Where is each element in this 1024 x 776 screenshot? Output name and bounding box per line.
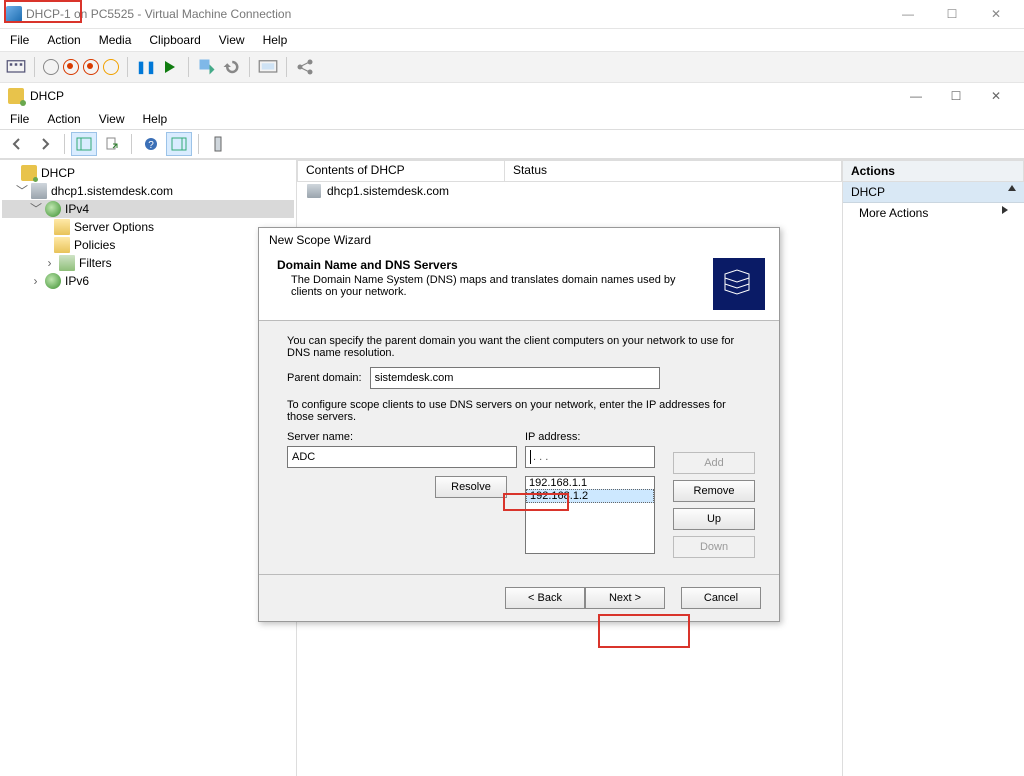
actions-pane-button[interactable] [166, 132, 192, 156]
help-button[interactable]: ? [138, 132, 164, 156]
nav-forward-button[interactable] [32, 132, 58, 156]
list-row[interactable]: dhcp1.sistemdesk.com [297, 182, 842, 200]
remove-button[interactable]: Remove [673, 480, 755, 502]
mmc-menubar: File Action View Help [0, 109, 1024, 129]
mmc-menu-action[interactable]: Action [47, 112, 80, 126]
svg-text:?: ? [148, 140, 154, 151]
mmc-title: DHCP [30, 89, 64, 103]
reset-icon[interactable] [160, 57, 180, 77]
next-button[interactable]: Next > [585, 587, 665, 609]
down-button[interactable]: Down [673, 536, 755, 558]
tree-server-options[interactable]: Server Options [74, 220, 154, 234]
export-button[interactable] [99, 132, 125, 156]
actions-pane: Actions DHCP More Actions [843, 160, 1024, 776]
col-contents[interactable]: Contents of DHCP [297, 160, 505, 182]
wizard-title: New Scope Wizard [259, 228, 779, 252]
wizard-p2: To configure scope clients to use DNS se… [287, 399, 755, 423]
new-scope-wizard: New Scope Wizard Domain Name and DNS Ser… [258, 227, 780, 622]
shutdown-icon[interactable] [83, 59, 99, 75]
vm-titlebar: DHCP-1 on PC5525 - Virtual Machine Conne… [0, 0, 1024, 29]
enhanced-session-icon[interactable] [258, 57, 278, 77]
vm-maximize-button[interactable]: ☐ [930, 0, 974, 28]
revert-icon[interactable] [221, 57, 241, 77]
wizard-heading: Domain Name and DNS Servers [277, 258, 458, 272]
actions-section[interactable]: DHCP [843, 182, 1024, 203]
save-icon[interactable] [103, 59, 119, 75]
mmc-menu-help[interactable]: Help [143, 112, 168, 126]
highlight-vm-title [4, 0, 82, 23]
parent-domain-label: Parent domain: [287, 372, 362, 384]
mmc-close-button[interactable]: ✕ [976, 83, 1016, 109]
actions-more[interactable]: More Actions [843, 203, 1024, 223]
vm-menu-media[interactable]: Media [99, 33, 132, 47]
vm-menu-view[interactable]: View [219, 33, 245, 47]
back-button[interactable]: < Back [505, 587, 585, 609]
start-icon[interactable] [43, 59, 59, 75]
mmc-menu-file[interactable]: File [10, 112, 29, 126]
tree-policies[interactable]: Policies [74, 238, 115, 252]
highlight-dns-entry [503, 493, 569, 511]
mmc-maximize-button[interactable]: ☐ [936, 83, 976, 109]
scope-tree[interactable]: DHCP ﹀dhcp1.sistemdesk.com ﹀IPv4 Server … [0, 160, 297, 776]
wizard-p1: You can specify the parent domain you wa… [287, 335, 755, 359]
dns-servers-list[interactable]: 192.168.1.1 192.168.1.2 [525, 476, 655, 554]
vm-close-button[interactable]: ✕ [974, 0, 1018, 28]
actions-header: Actions [843, 160, 1024, 182]
mmc-toolbar: ? [0, 129, 1024, 159]
resolve-button[interactable]: Resolve [435, 476, 507, 498]
ip-address-input[interactable]: . . . [525, 446, 655, 468]
vm-menu-clipboard[interactable]: Clipboard [149, 33, 200, 47]
dhcp-app-icon [8, 88, 24, 104]
chevron-right-icon [1002, 206, 1008, 214]
cancel-button[interactable]: Cancel [681, 587, 761, 609]
nav-back-button[interactable] [4, 132, 30, 156]
turnoff-icon[interactable] [63, 59, 79, 75]
tree-ipv4[interactable]: IPv4 [65, 202, 89, 216]
pause-icon[interactable]: ❚❚ [136, 57, 156, 77]
add-button[interactable]: Add [673, 452, 755, 474]
vm-menu-action[interactable]: Action [47, 33, 80, 47]
collapse-icon [1008, 185, 1016, 191]
server-name-input[interactable] [287, 446, 517, 468]
checkpoint-icon[interactable] [197, 57, 217, 77]
ctrl-alt-del-icon[interactable] [6, 57, 26, 77]
vm-toolbar: ❚❚ [0, 51, 1024, 83]
server-name-label: Server name: [287, 431, 507, 443]
mmc-minimize-button[interactable]: — [896, 83, 936, 109]
tree-filters[interactable]: Filters [79, 256, 112, 270]
vm-menubar: File Action Media Clipboard View Help [0, 29, 1024, 51]
tree-root[interactable]: DHCP [41, 166, 75, 180]
wizard-subheading: The Domain Name System (DNS) maps and tr… [277, 274, 703, 298]
mmc-menu-view[interactable]: View [99, 112, 125, 126]
col-status[interactable]: Status [505, 160, 842, 182]
vm-minimize-button[interactable]: — [886, 0, 930, 28]
up-button[interactable]: Up [673, 508, 755, 530]
tree-server[interactable]: dhcp1.sistemdesk.com [51, 184, 173, 198]
dns-list-item[interactable]: 192.168.1.1 [526, 477, 654, 489]
share-icon[interactable] [295, 57, 315, 77]
vm-menu-help[interactable]: Help [263, 33, 288, 47]
wizard-banner-icon [713, 258, 765, 310]
highlight-next-button [598, 614, 690, 648]
server-icon-button[interactable] [205, 132, 231, 156]
list-row-label: dhcp1.sistemdesk.com [327, 184, 449, 198]
parent-domain-input[interactable] [370, 367, 660, 389]
ip-address-label: IP address: [525, 431, 655, 443]
tree-ipv6[interactable]: IPv6 [65, 274, 89, 288]
mmc-titlebar: DHCP — ☐ ✕ [0, 83, 1024, 109]
vm-menu-file[interactable]: File [10, 33, 29, 47]
show-tree-button[interactable] [71, 132, 97, 156]
